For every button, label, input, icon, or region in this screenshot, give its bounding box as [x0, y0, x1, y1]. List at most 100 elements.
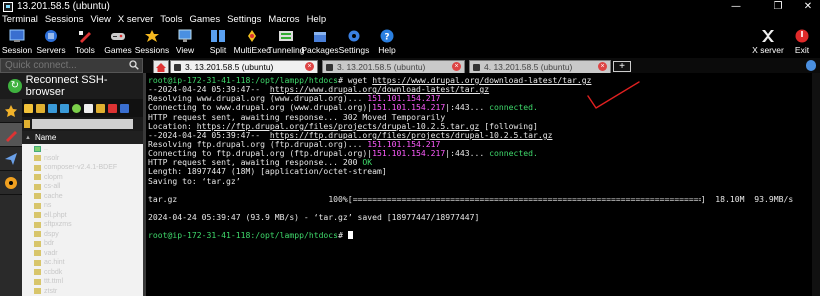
ssh-browser-sidebar: ↻ Reconnect SSH-browser ▲ Name .. nsolr …	[0, 73, 143, 296]
close-tab-icon[interactable]: ×	[452, 62, 461, 71]
upload-icon[interactable]	[60, 103, 69, 113]
menu-sessions[interactable]: Sessions	[45, 14, 84, 25]
list-item[interactable]: cs-all	[22, 182, 143, 192]
menu-tools[interactable]: Tools	[160, 14, 182, 25]
folder-icon	[34, 221, 41, 228]
terminal-line: Length: 18977447 (18M) [application/octe…	[148, 166, 387, 177]
new-file-icon[interactable]	[84, 103, 93, 113]
home-icon	[156, 62, 166, 72]
menu-bar: Terminal Sessions View X server Tools Ga…	[0, 13, 820, 26]
close-tab-icon[interactable]: ×	[305, 62, 314, 71]
list-item[interactable]: ..	[22, 144, 143, 154]
session-tab-bar: 3. 13.201.58.5 (ubuntu) × 3. 13.201.58.5…	[143, 58, 820, 73]
exit-button[interactable]: Exit	[780, 26, 820, 58]
list-item[interactable]: ac.hint	[22, 258, 143, 268]
reconnect-ssh-browser-button[interactable]: ↻ Reconnect SSH-browser	[0, 73, 143, 99]
terminal-line: tar.gz 100%[============================…	[148, 193, 820, 204]
menu-x-server[interactable]: X server	[118, 14, 153, 25]
terminal-scrollbar[interactable]	[812, 73, 820, 296]
macros-tab[interactable]	[0, 171, 22, 195]
list-item[interactable]: dspy	[22, 230, 143, 240]
delete-icon[interactable]	[108, 103, 117, 113]
terminal-output[interactable]: root@ip-172-31-41-118:/opt/lampp/htdocs#…	[146, 73, 820, 296]
list-item[interactable]: sftpxzms	[22, 220, 143, 230]
search-icon[interactable]	[129, 60, 139, 70]
menu-terminal[interactable]: Terminal	[2, 14, 38, 25]
sftp-toolbar	[22, 99, 143, 117]
remote-path-input[interactable]	[32, 119, 133, 129]
home-tab[interactable]	[153, 60, 169, 73]
menu-games[interactable]: Games	[189, 14, 220, 25]
packages-icon	[312, 28, 328, 43]
up-folder-icon[interactable]	[24, 103, 33, 113]
exit-icon	[794, 28, 810, 43]
column-name[interactable]: Name	[35, 133, 56, 142]
folder-icon	[34, 202, 41, 209]
menu-settings[interactable]: Settings	[227, 14, 261, 25]
terminal-line: root@ip-172-31-41-118:/opt/lampp/htdocs#	[148, 231, 820, 240]
menu-view[interactable]: View	[90, 14, 110, 25]
tunneling-icon	[278, 28, 294, 43]
help-icon: ?	[379, 28, 395, 43]
list-item[interactable]: vadr	[22, 249, 143, 259]
folder-icon	[34, 259, 41, 266]
refresh-icon: ↻	[8, 79, 22, 93]
list-item[interactable]: bdr	[22, 239, 143, 249]
sessions-star-tab[interactable]	[0, 99, 22, 123]
send-icon	[5, 152, 17, 165]
tools-tab[interactable]	[0, 123, 22, 147]
terminal-icon	[473, 63, 480, 71]
new-tab-button[interactable]: +	[613, 61, 631, 72]
list-item[interactable]: ttt.ttml	[22, 277, 143, 287]
file-list-header: ▲ Name	[22, 131, 143, 144]
folder-icon	[34, 155, 41, 162]
sessions-icon	[144, 28, 160, 43]
help-button[interactable]: ? Help	[365, 26, 409, 58]
quick-connect-box	[0, 58, 143, 73]
list-item[interactable]: ccbdk	[22, 268, 143, 278]
list-item[interactable]: ell.phpt	[22, 211, 143, 221]
sftp-tab[interactable]	[0, 147, 22, 171]
list-item[interactable]: ns	[22, 201, 143, 211]
sidebar-vertical-tabs	[0, 99, 22, 296]
folder-icon	[34, 193, 41, 200]
menu-help[interactable]: Help	[307, 14, 327, 25]
list-item[interactable]: ztstr	[22, 287, 143, 296]
download-progress-bar: ========================================…	[352, 194, 701, 204]
list-item[interactable]: clopm	[22, 173, 143, 183]
tab-session-2[interactable]: 3. 13.201.58.5 (ubuntu) ×	[322, 60, 465, 73]
terminal-icon	[326, 63, 333, 71]
close-tab-icon[interactable]: ×	[598, 62, 607, 71]
tab-session-3[interactable]: 4. 13.201.58.5 (ubuntu) ×	[469, 60, 611, 73]
title-bar: 13.201.58.5 (ubuntu)	[0, 0, 820, 13]
attachment-icon[interactable]	[806, 60, 816, 71]
list-item[interactable]: cache	[22, 192, 143, 202]
settings-icon	[346, 28, 362, 43]
refresh-icon[interactable]	[72, 103, 81, 113]
terminal-line: Saving to: ‘tar.gz’	[148, 175, 241, 186]
maximize-button[interactable]: ❐	[766, 0, 790, 13]
path-folder-icon	[24, 120, 30, 128]
tools-icon	[6, 130, 17, 142]
menu-macros[interactable]: Macros	[268, 14, 299, 25]
download-icon[interactable]	[48, 103, 57, 113]
star-icon	[5, 104, 17, 117]
view-icon	[177, 28, 193, 43]
list-item[interactable]: composer-v2.4.1-BDEF	[22, 163, 143, 173]
properties-icon[interactable]	[120, 103, 129, 113]
close-button[interactable]: ✕	[796, 0, 820, 13]
path-row	[22, 117, 143, 131]
quick-connect-input[interactable]	[1, 59, 125, 72]
folder-icon[interactable]	[36, 103, 45, 113]
svg-text:?: ?	[384, 32, 389, 42]
parent-folder-icon	[34, 145, 41, 152]
tab-session-1[interactable]: 3. 13.201.58.5 (ubuntu) ×	[170, 60, 318, 73]
folder-icon	[34, 164, 41, 171]
new-folder-icon[interactable]	[96, 103, 105, 113]
window-title: 13.201.58.5 (ubuntu)	[17, 1, 110, 12]
tools-icon	[77, 28, 93, 43]
folder-icon	[34, 288, 41, 295]
list-item[interactable]: nsolr	[22, 154, 143, 164]
folder-icon	[34, 174, 41, 181]
minimize-button[interactable]: —	[724, 0, 748, 13]
